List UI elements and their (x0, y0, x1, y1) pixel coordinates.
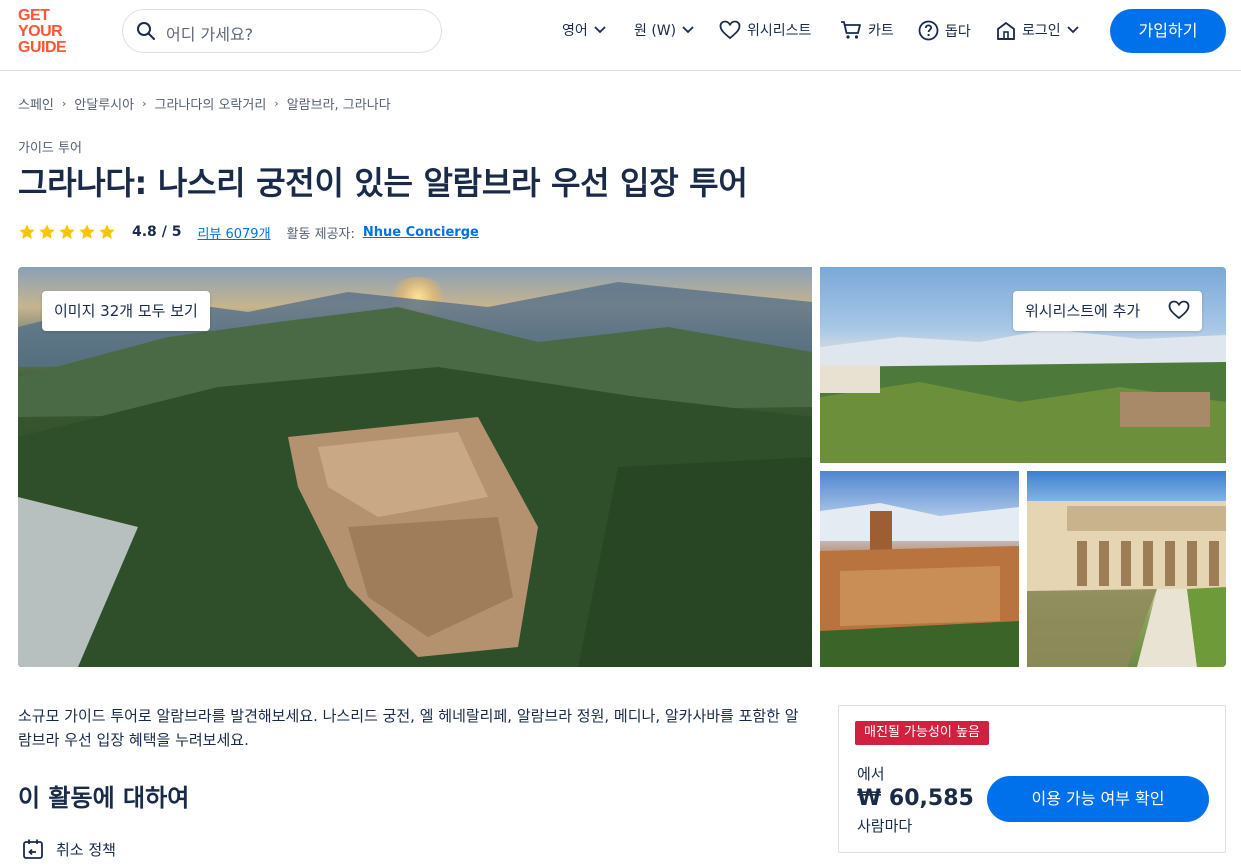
breadcrumb-item[interactable]: 알람브라, 그라나다 (287, 94, 391, 113)
star-icon (99, 224, 115, 239)
add-to-wishlist-button[interactable]: 위시리스트에 추가 (1013, 291, 1202, 331)
cart-label: 카트 (868, 23, 894, 39)
search-input[interactable]: 어디 가세요? (122, 9, 442, 53)
page-title: 그라나다: 나스리 궁전이 있는 알람브라 우선 입장 투어 (18, 164, 748, 202)
login-menu[interactable]: 로그인 (996, 20, 1079, 40)
heart-icon (719, 20, 741, 40)
language-selector[interactable]: 영어 (562, 20, 606, 40)
star-icon (59, 224, 75, 239)
view-all-photos-button[interactable]: 이미지 32개 모두 보기 (42, 291, 210, 331)
heart-icon (1168, 300, 1190, 320)
currency-selector[interactable]: 원 (W) (634, 20, 694, 40)
chevron-right-icon: › (274, 97, 279, 110)
wishlist-label: 위시리스트 (747, 23, 812, 39)
star-icon (39, 224, 55, 239)
booking-card: 매진될 가능성이 높음 에서 ₩ 60,585 사람마다 이용 가능 여부 확인 (838, 705, 1226, 853)
about-heading: 이 활동에 대하여 (18, 784, 190, 812)
login-label: 로그인 (1022, 23, 1061, 39)
cart-icon (841, 21, 861, 39)
rating-row: 4.8 / 5 리뷰 6079개 활동 제공자: Nhue Concierge (18, 221, 479, 243)
search-placeholder: 어디 가세요? (166, 25, 254, 44)
breadcrumb-item[interactable]: 스페인 (18, 94, 54, 113)
chevron-down-icon (594, 26, 606, 34)
rating-value: 4.8 / 5 (132, 224, 182, 240)
star-icon (79, 224, 95, 239)
help-link[interactable]: 돕다 (918, 20, 971, 41)
logo-line-1: GET (18, 7, 50, 24)
logo-line-2: YOUR (18, 23, 63, 40)
cancel-policy-row[interactable]: 취소 정책 (22, 838, 116, 860)
chevron-right-icon: › (142, 97, 147, 110)
price-per-person-label: 사람마다 (857, 817, 913, 835)
building-icon (997, 21, 1015, 40)
star-icon (19, 224, 35, 239)
logo-line-3: GUIDE (18, 39, 67, 56)
gallery-image-3[interactable] (820, 471, 1019, 667)
getyourguide-logo[interactable]: GET YOUR GUIDE (18, 8, 78, 56)
check-availability-button[interactable]: 이용 가능 여부 확인 (987, 776, 1209, 822)
star-rating (18, 223, 116, 241)
price-value: ₩ 60,585 (857, 786, 974, 811)
price-from-label: 에서 (857, 765, 885, 783)
activity-summary: 소규모 가이드 투어로 알람브라를 발견해보세요. 나스리드 궁전, 엘 헤네랄… (18, 707, 799, 749)
cancel-policy-label: 취소 정책 (56, 840, 116, 859)
courtyard-illustration (1027, 501, 1226, 667)
reviews-link[interactable]: 리뷰 6079개 (197, 223, 270, 242)
breadcrumb-item[interactable]: 그라나다의 오락거리 (155, 94, 267, 113)
breadcrumb: 스페인 › 안달루시아 › 그라나다의 오락거리 › 알람브라, 그라나다 (18, 94, 391, 113)
fortress-illustration (820, 503, 1019, 667)
provider-link[interactable]: Nhue Concierge (363, 225, 479, 240)
cart-link[interactable]: 카트 (840, 20, 894, 40)
chevron-down-icon (682, 26, 694, 34)
chevron-right-icon: › (61, 97, 67, 110)
question-circle-icon (918, 20, 939, 41)
calendar-cancel-icon (23, 839, 43, 859)
provider-label: 활동 제공자: (286, 226, 355, 242)
language-label: 영어 (562, 23, 588, 39)
search-icon (137, 22, 155, 40)
header: GET YOUR GUIDE 어디 가세요? 영어 원 (W) 위시리스트 카트… (0, 0, 1241, 71)
gallery-image-4[interactable] (1027, 471, 1226, 667)
currency-label: 원 (W) (634, 23, 677, 39)
activity-category: 가이드 투어 (18, 141, 82, 156)
wishlist-link[interactable]: 위시리스트 (719, 20, 811, 40)
help-label: 돕다 (945, 23, 971, 40)
likely-to-sell-out-badge: 매진될 가능성이 높음 (855, 721, 989, 745)
add-to-wishlist-label: 위시리스트에 추가 (1025, 302, 1141, 320)
signup-button[interactable]: 가입하기 (1110, 9, 1226, 53)
breadcrumb-item[interactable]: 안달루시아 (74, 94, 134, 113)
chevron-down-icon (1067, 26, 1079, 34)
